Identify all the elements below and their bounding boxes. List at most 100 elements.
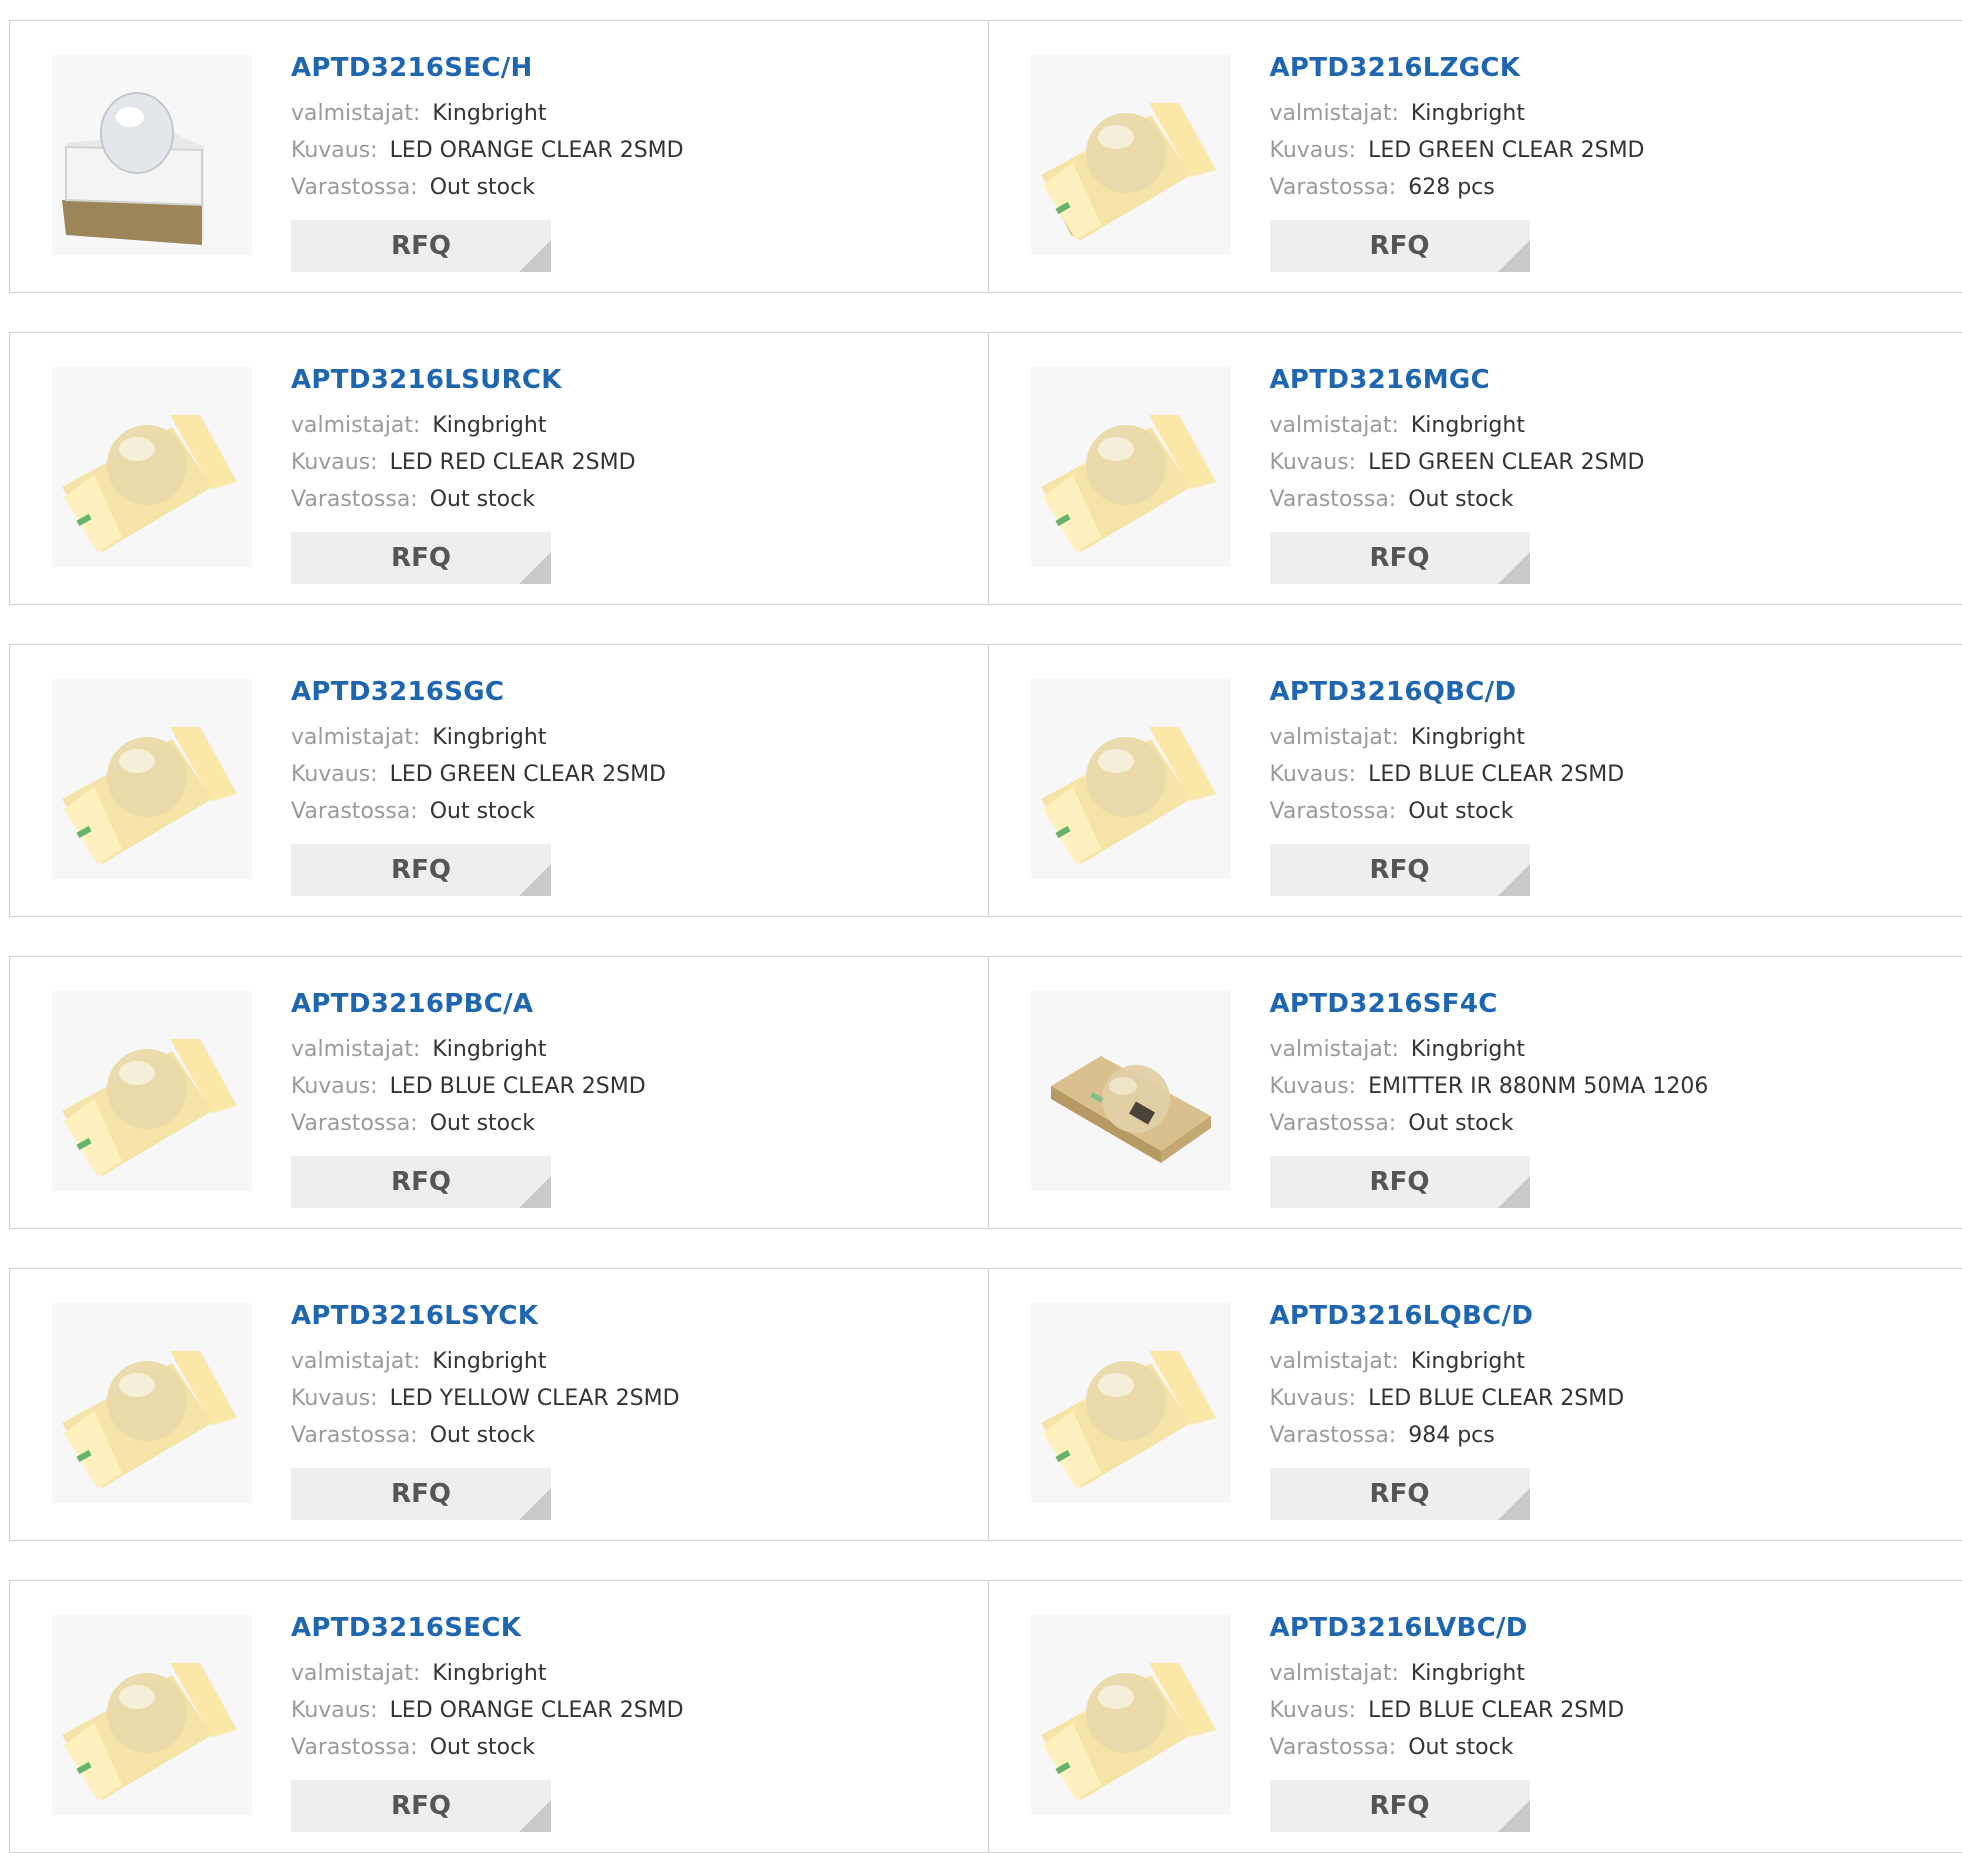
led-yellow-smd-icon[interactable] xyxy=(52,991,252,1191)
manufacturer-row: valmistajat:Kingbright xyxy=(1270,1031,1943,1068)
description-row: Kuvaus:LED GREEN CLEAR 2SMD xyxy=(291,756,968,793)
stock-row: Varastossa:Out stock xyxy=(291,1417,968,1454)
rfq-button[interactable]: RFQ xyxy=(1270,844,1530,896)
part-number-link[interactable]: APTD3216PBC/A xyxy=(291,987,968,1021)
product-card: APTD3216LZGCK valmistajat:Kingbright Kuv… xyxy=(988,21,1962,292)
manufacturer-row: valmistajat:Kingbright xyxy=(1270,95,1943,132)
manufacturer-label: valmistajat: xyxy=(1270,413,1399,438)
led-yellow-smd-icon[interactable] xyxy=(1031,367,1231,567)
corner-triangle-icon xyxy=(1498,1800,1530,1832)
manufacturer-value: Kingbright xyxy=(1411,1661,1525,1686)
stock-row: Varastossa:Out stock xyxy=(1270,1105,1943,1142)
description-value: LED GREEN CLEAR 2SMD xyxy=(1368,450,1644,475)
manufacturer-row: valmistajat:Kingbright xyxy=(291,407,968,444)
stock-value: 984 pcs xyxy=(1408,1423,1495,1448)
description-value: LED BLUE CLEAR 2SMD xyxy=(390,1074,646,1099)
rfq-button[interactable]: RFQ xyxy=(1270,1156,1530,1208)
stock-row: Varastossa:Out stock xyxy=(1270,481,1943,518)
product-card: APTD3216LSYCK valmistajat:Kingbright Kuv… xyxy=(10,1269,988,1540)
description-value: EMITTER IR 880NM 50MA 1206 xyxy=(1368,1074,1708,1099)
description-label: Kuvaus: xyxy=(1270,1386,1357,1411)
part-number-link[interactable]: APTD3216SECK xyxy=(291,1611,968,1645)
description-row: Kuvaus:LED BLUE CLEAR 2SMD xyxy=(1270,1692,1943,1729)
led-clear-dome-icon[interactable] xyxy=(52,55,252,255)
rfq-button[interactable]: RFQ xyxy=(291,1468,551,1520)
rfq-button[interactable]: RFQ xyxy=(291,1780,551,1832)
rfq-button[interactable]: RFQ xyxy=(1270,532,1530,584)
part-number-link[interactable]: APTD3216SF4C xyxy=(1270,987,1943,1021)
rfq-button[interactable]: RFQ xyxy=(291,220,551,272)
stock-value: Out stock xyxy=(1408,487,1513,512)
led-yellow-smd-icon[interactable] xyxy=(1031,1303,1231,1503)
product-card: APTD3216SECK valmistajat:Kingbright Kuva… xyxy=(10,1581,988,1852)
description-row: Kuvaus: EMITTER IR 880NM 50MA 1206 xyxy=(1270,1068,1943,1105)
led-yellow-smd-icon[interactable] xyxy=(52,367,252,567)
stock-label: Varastossa: xyxy=(291,487,418,512)
rfq-button[interactable]: RFQ xyxy=(1270,1468,1530,1520)
rfq-button[interactable]: RFQ xyxy=(291,532,551,584)
ir-emitter-smd-icon[interactable] xyxy=(1031,991,1231,1191)
manufacturer-value: Kingbright xyxy=(432,1661,546,1686)
product-card: APTD3216LVBC/D valmistajat:Kingbright Ku… xyxy=(988,1581,1962,1852)
product-card: APTD3216PBC/A valmistajat:Kingbright Kuv… xyxy=(10,957,988,1228)
rfq-button-label: RFQ xyxy=(1370,543,1430,573)
stock-label: Varastossa: xyxy=(291,799,418,824)
manufacturer-value: Kingbright xyxy=(1411,413,1525,438)
manufacturer-value: Kingbright xyxy=(432,725,546,750)
part-number-link[interactable]: APTD3216MGC xyxy=(1270,363,1943,397)
description-row: Kuvaus:LED BLUE CLEAR 2SMD xyxy=(1270,756,1943,793)
led-yellow-smd-icon[interactable] xyxy=(52,1303,252,1503)
led-yellow-smd-icon[interactable] xyxy=(1031,1615,1231,1815)
part-number-link[interactable]: APTD3216LSYCK xyxy=(291,1299,968,1333)
rfq-button[interactable]: RFQ xyxy=(1270,1780,1530,1832)
part-number-link[interactable]: APTD3216SEC/H xyxy=(291,51,968,85)
manufacturer-label: valmistajat: xyxy=(1270,725,1399,750)
rfq-button[interactable]: RFQ xyxy=(291,844,551,896)
rfq-button-label: RFQ xyxy=(391,231,451,261)
description-row: Kuvaus:LED ORANGE CLEAR 2SMD xyxy=(291,132,968,169)
stock-value: Out stock xyxy=(430,799,535,824)
rfq-button[interactable]: RFQ xyxy=(1270,220,1530,272)
stock-value: Out stock xyxy=(430,1423,535,1448)
stock-label: Varastossa: xyxy=(1270,1111,1397,1136)
rfq-button[interactable]: RFQ xyxy=(291,1156,551,1208)
stock-value: Out stock xyxy=(430,175,535,200)
part-number-link[interactable]: APTD3216SGC xyxy=(291,675,968,709)
rfq-button-label: RFQ xyxy=(391,855,451,885)
manufacturer-label: valmistajat: xyxy=(291,1661,420,1686)
part-number-link[interactable]: APTD3216LZGCK xyxy=(1270,51,1943,85)
manufacturer-value: Kingbright xyxy=(432,101,546,126)
stock-value: 628 pcs xyxy=(1408,175,1495,200)
rfq-button-label: RFQ xyxy=(391,1167,451,1197)
led-yellow-smd-icon[interactable] xyxy=(1031,55,1231,255)
manufacturer-row: valmistajat:Kingbright xyxy=(1270,719,1943,756)
part-number-link[interactable]: APTD3216LSURCK xyxy=(291,363,968,397)
product-card: APTD3216LSURCK valmistajat:Kingbright Ku… xyxy=(10,333,988,604)
stock-label: Varastossa: xyxy=(291,1111,418,1136)
stock-row: Varastossa: Out stock xyxy=(291,793,968,830)
corner-triangle-icon xyxy=(519,1800,551,1832)
product-row: APTD3216SGC valmistajat:Kingbright Kuvau… xyxy=(9,644,1962,917)
manufacturer-label: valmistajat: xyxy=(291,1349,420,1374)
manufacturer-row: valmistajat: Kingbright xyxy=(291,1655,968,1692)
stock-row: Varastossa:Out stock xyxy=(291,169,968,206)
manufacturer-row: valmistajat:Kingbright xyxy=(1270,1343,1943,1380)
part-number-link[interactable]: APTD3216QBC/D xyxy=(1270,675,1943,709)
corner-triangle-icon xyxy=(1498,864,1530,896)
corner-triangle-icon xyxy=(519,864,551,896)
manufacturer-value: Kingbright xyxy=(1411,1037,1525,1062)
part-number-link[interactable]: APTD3216LQBC/D xyxy=(1270,1299,1943,1333)
led-yellow-smd-icon[interactable] xyxy=(52,679,252,879)
description-label: Kuvaus: xyxy=(291,762,378,787)
corner-triangle-icon xyxy=(1498,240,1530,272)
part-number-link[interactable]: APTD3216LVBC/D xyxy=(1270,1611,1943,1645)
stock-row: Varastossa:Out stock xyxy=(291,1729,968,1766)
product-grid: APTD3216SEC/H valmistajat: Kingbright Kuv… xyxy=(0,0,1962,1846)
description-value: LED ORANGE CLEAR 2SMD xyxy=(390,1698,684,1723)
led-yellow-smd-icon[interactable] xyxy=(52,1615,252,1815)
description-label: Kuvaus: xyxy=(1270,1074,1357,1099)
product-row: APTD3216LSURCK valmistajat:Kingbright Ku… xyxy=(9,332,1962,605)
description-label: Kuvaus: xyxy=(291,1386,378,1411)
led-yellow-smd-icon[interactable] xyxy=(1031,679,1231,879)
stock-label: Varastossa: xyxy=(1270,1423,1397,1448)
